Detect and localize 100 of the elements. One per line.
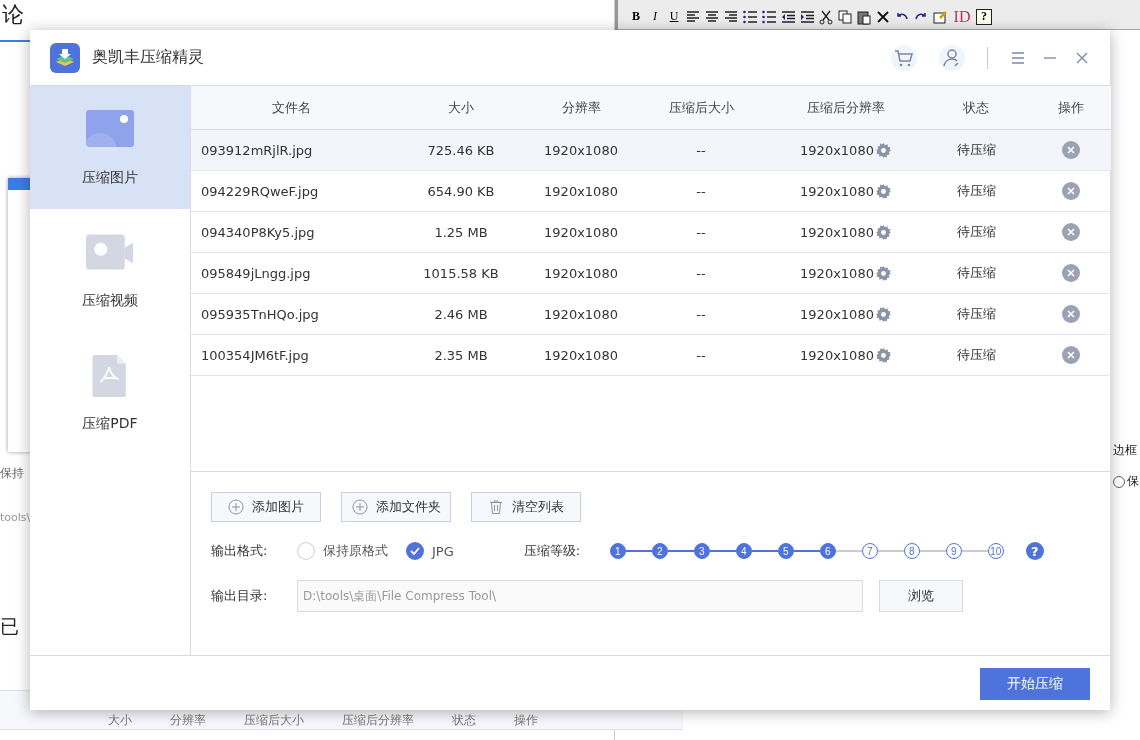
level-step[interactable]: 6 bbox=[819, 543, 836, 559]
trash-icon bbox=[488, 499, 504, 515]
column-header: 压缩后大小 bbox=[667, 98, 735, 117]
delete-icon[interactable] bbox=[875, 8, 891, 25]
settings-icon[interactable] bbox=[874, 264, 892, 282]
settings-icon[interactable] bbox=[874, 305, 892, 323]
table-cell-text: -- bbox=[695, 265, 707, 281]
scissors-icon[interactable] bbox=[818, 8, 834, 25]
settings-icon[interactable] bbox=[874, 223, 892, 241]
table-cell-text: -- bbox=[695, 306, 707, 322]
level-step[interactable]: 7 bbox=[861, 543, 878, 559]
level-step[interactable]: 2 bbox=[651, 543, 668, 559]
plus-circle-icon bbox=[228, 499, 244, 515]
menu-icon[interactable] bbox=[1010, 49, 1026, 66]
radio-circle-icon bbox=[297, 542, 315, 560]
table-row[interactable]: 100354JM6tF.jpg 2.35 MB 1920x1080 -- 1920x1080 待压缩 bbox=[191, 335, 1111, 376]
check-circle-icon bbox=[406, 542, 424, 560]
table-cell-text: 待压缩 bbox=[955, 346, 997, 364]
table-cell-text: 725.46 KB bbox=[426, 142, 496, 158]
background-text: tools\ bbox=[0, 511, 31, 524]
plus-circle-icon bbox=[351, 499, 368, 515]
table-cell-text: 待压缩 bbox=[955, 223, 997, 241]
bullet-list-icon[interactable] bbox=[761, 8, 777, 25]
table-row[interactable]: 094340P8Ky5.jpg 1.25 MB 1920x1080 -- 1920x1080 待压缩 bbox=[191, 212, 1111, 253]
level-step[interactable]: 1 bbox=[609, 543, 626, 559]
underline-button[interactable]: U bbox=[666, 8, 682, 25]
background-text: 已 bbox=[0, 614, 19, 639]
browse-button[interactable]: 浏览 bbox=[879, 580, 963, 612]
table-cell: 1920x1080 bbox=[800, 142, 874, 158]
background-text: 保持 bbox=[0, 465, 24, 482]
remove-icon[interactable] bbox=[1062, 223, 1080, 241]
column-header: 状态 bbox=[452, 712, 476, 729]
column-header: 状态 bbox=[962, 98, 990, 117]
column-header: 压缩后大小 bbox=[244, 712, 304, 729]
column-header: 压缩后分辨率 bbox=[342, 712, 414, 729]
paste-icon[interactable] bbox=[856, 8, 872, 25]
outdent-icon[interactable] bbox=[780, 8, 796, 25]
level-step[interactable]: 10 bbox=[987, 543, 1004, 559]
table-row[interactable]: 095935TnHQo.jpg 2.46 MB 1920x1080 -- 1920x1080 待压缩 bbox=[191, 294, 1111, 335]
remove-icon[interactable] bbox=[1062, 346, 1080, 364]
table-cell-text: 095849jLngg.jpg bbox=[200, 265, 312, 281]
settings-icon[interactable] bbox=[874, 346, 892, 364]
table-cell-text: 095935TnHQo.jpg bbox=[200, 306, 320, 322]
user-icon[interactable] bbox=[939, 44, 965, 71]
align-right-icon[interactable] bbox=[723, 8, 739, 25]
format-radio[interactable]: 保持原格式 bbox=[297, 542, 388, 560]
format-radio[interactable]: JPG bbox=[406, 542, 454, 560]
id-button[interactable]: ID bbox=[951, 8, 973, 25]
table-cell-text: -- bbox=[695, 142, 707, 158]
table-row[interactable]: 095849jLngg.jpg 1015.58 KB 1920x1080 -- 1920x1080 待压缩 bbox=[191, 253, 1111, 294]
indent-icon[interactable] bbox=[799, 8, 815, 25]
settings-icon[interactable] bbox=[874, 141, 892, 159]
page-heading: 论 bbox=[2, 1, 24, 29]
field-label: 输出目录: bbox=[211, 587, 269, 605]
level-step[interactable]: 3 bbox=[693, 543, 710, 559]
edit-icon[interactable] bbox=[932, 8, 948, 25]
align-center-icon[interactable] bbox=[704, 8, 720, 25]
add-button[interactable]: 添加图片 bbox=[211, 492, 321, 522]
remove-icon[interactable] bbox=[1062, 264, 1080, 282]
help-button[interactable]: ? bbox=[1025, 542, 1044, 560]
start-compress-button[interactable]: 开始压缩 bbox=[980, 668, 1090, 700]
align-left-icon[interactable] bbox=[685, 8, 701, 25]
column-header: 大小 bbox=[447, 98, 475, 117]
table-cell-text: 1015.58 KB bbox=[422, 265, 500, 281]
table-cell-text: 1920x1080 bbox=[543, 306, 619, 322]
table-cell-text: 1920x1080 bbox=[543, 224, 619, 240]
level-step[interactable]: 8 bbox=[903, 543, 920, 559]
bold-button[interactable]: B bbox=[628, 8, 644, 25]
table-cell-text: 094229RQweF.jpg bbox=[200, 183, 320, 199]
table-cell-text: 待压缩 bbox=[955, 264, 997, 282]
level-step[interactable]: 9 bbox=[945, 543, 962, 559]
background-text: 保 bbox=[1127, 473, 1139, 490]
remove-icon[interactable] bbox=[1062, 182, 1080, 200]
window-title: 奥凯丰压缩精灵 bbox=[92, 47, 204, 68]
clear-list-button[interactable]: 清空列表 bbox=[471, 492, 581, 522]
table-row[interactable]: 093912mRjlR.jpg 725.46 KB 1920x1080 -- 1920x1080 待压缩 bbox=[191, 130, 1111, 171]
sidebar-item[interactable]: 压缩PDF bbox=[30, 332, 190, 455]
table-cell-text: 100354JM6tF.jpg bbox=[200, 347, 310, 363]
table-cell-text: 093912mRjlR.jpg bbox=[200, 142, 314, 158]
table-cell: 1920x1080 bbox=[800, 306, 874, 322]
settings-icon[interactable] bbox=[874, 182, 892, 200]
level-step[interactable]: 5 bbox=[777, 543, 794, 559]
table-cell-text: 654.90 KB bbox=[426, 183, 496, 199]
add-button[interactable]: 添加文件夹 bbox=[341, 492, 451, 522]
sidebar-item[interactable]: 压缩图片 bbox=[30, 86, 190, 209]
column-header: 大小 bbox=[108, 712, 132, 729]
app-logo-icon bbox=[50, 42, 80, 73]
table-cell: 1920x1080 bbox=[800, 265, 874, 281]
table-cell-text: 1920x1080 bbox=[543, 265, 619, 281]
table-cell-text: -- bbox=[695, 347, 707, 363]
remove-icon[interactable] bbox=[1062, 305, 1080, 323]
sidebar-item[interactable]: 压缩视频 bbox=[30, 209, 190, 332]
italic-button[interactable]: I bbox=[647, 8, 663, 25]
column-header: 操作 bbox=[1057, 98, 1085, 117]
help-button[interactable]: ? bbox=[976, 8, 992, 25]
copy-icon[interactable] bbox=[837, 8, 853, 25]
table-row[interactable]: 094229RQweF.jpg 654.90 KB 1920x1080 -- 1920x1080 待压缩 bbox=[191, 171, 1111, 212]
remove-icon[interactable] bbox=[1062, 141, 1080, 159]
cart-icon[interactable] bbox=[891, 44, 917, 71]
level-step[interactable]: 4 bbox=[735, 543, 752, 559]
